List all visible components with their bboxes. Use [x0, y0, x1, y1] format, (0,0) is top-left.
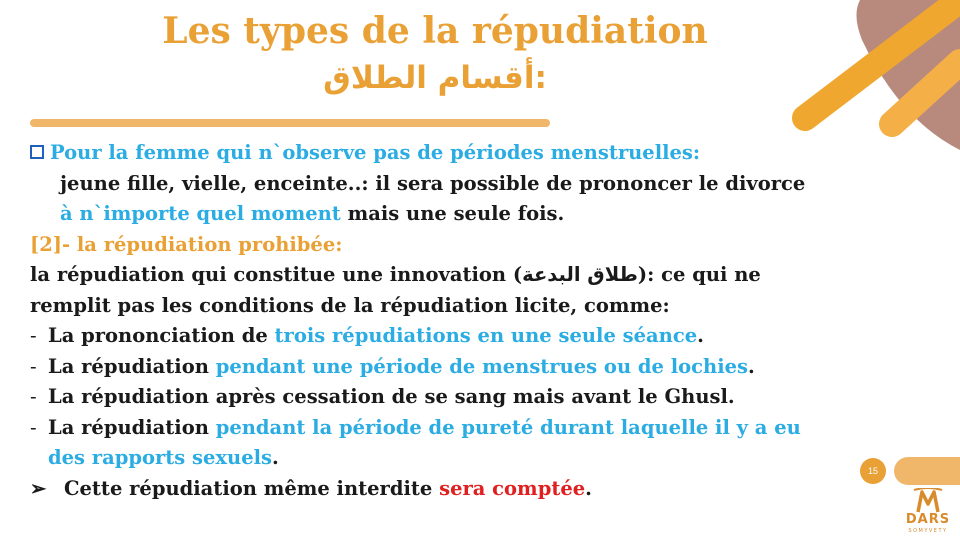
arrow-icon: ➢ [30, 476, 47, 500]
slide-title: Les types de la répudiation [162, 10, 708, 52]
paragraph-line-2: remplit pas les conditions de la répudia… [30, 293, 670, 317]
dash-item-1: - La prononciation de trois répudiations … [30, 324, 704, 347]
text-line-2: jeune fille, vielle, enceinte..: il sera… [60, 171, 806, 195]
dash-item-4-continued: des rapports sexuels. [48, 446, 279, 469]
dars-logo: DARS SOMYVETY [896, 487, 960, 540]
paragraph-line-1: la répudiation qui constitue une innovat… [30, 263, 761, 286]
slide-content: Pour la femme qui n`observe pas de pério… [30, 138, 940, 504]
title-underline-bar [30, 119, 550, 127]
page-number-badge: 15 [860, 458, 886, 484]
logo-subtext: SOMYVETY [908, 528, 948, 534]
logo-mark-icon [913, 487, 943, 513]
dash-item-3: - La répudiation après cessation de se sa… [30, 385, 735, 408]
arabic-term: طلاق البدعة [522, 263, 638, 286]
text-line-3: à n`importe quel moment mais une seule f… [60, 202, 565, 225]
dash-item-2: - La répudiation pendant une période de m… [30, 354, 755, 378]
slide-title-arabic: أقسام الطلاق: [323, 60, 547, 96]
bullet-line-1: Pour la femme qui n`observe pas de pério… [30, 138, 940, 169]
section-heading-2: [2]- la répudiation prohibée: [30, 232, 343, 256]
logo-text: DARS [905, 512, 951, 527]
arrow-line: ➢ Cette répudiation même interdite sera c… [30, 474, 940, 505]
checkbox-icon [30, 145, 44, 159]
dash-item-4: - La répudiation pendant la période de pu… [30, 415, 801, 439]
